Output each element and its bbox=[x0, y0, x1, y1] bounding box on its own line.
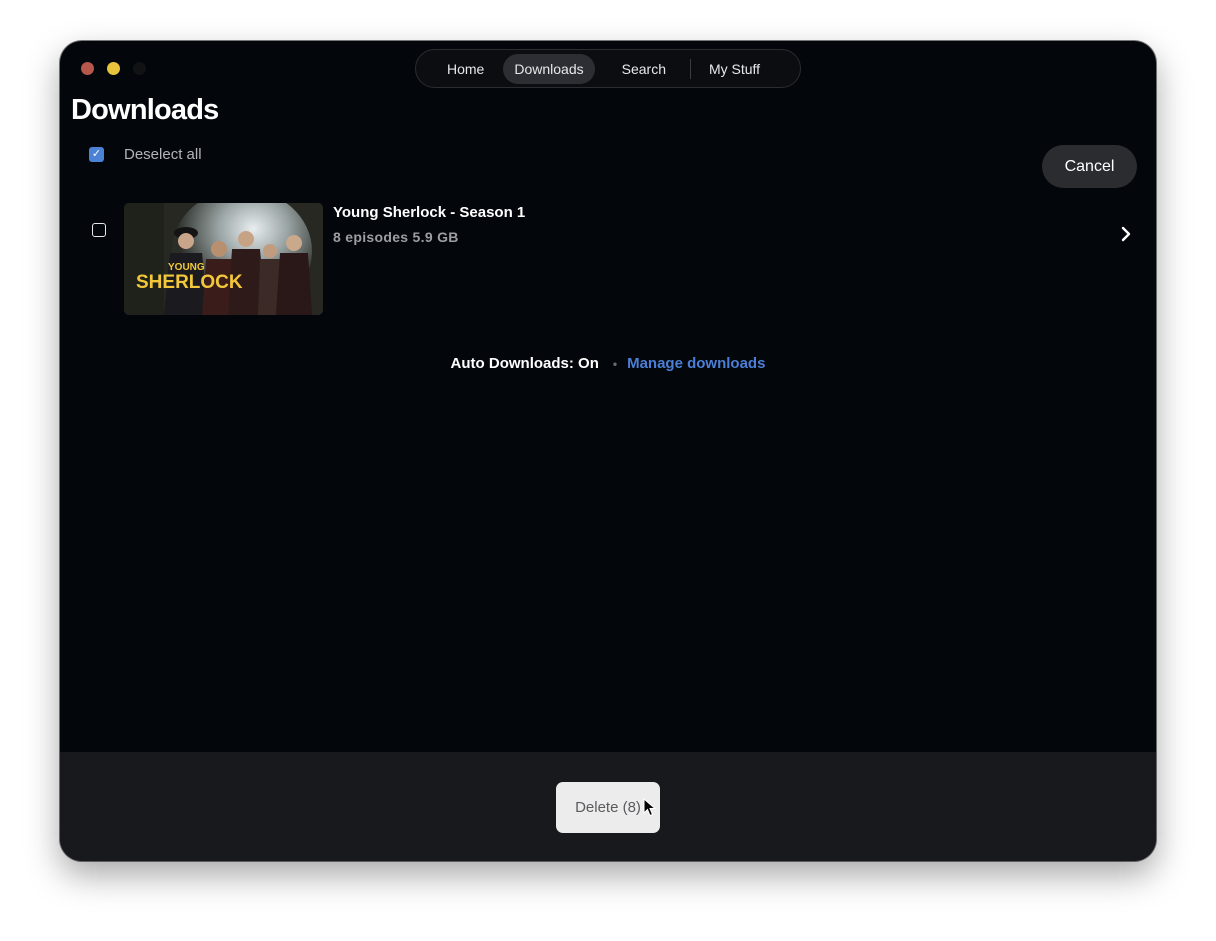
show-title[interactable]: Young Sherlock - Season 1 bbox=[333, 204, 525, 221]
app-window: Home Downloads Search My Stuff Downloads… bbox=[60, 41, 1156, 861]
item-checkbox[interactable] bbox=[92, 223, 106, 237]
close-window-button[interactable] bbox=[81, 62, 94, 75]
maximize-window-button[interactable] bbox=[133, 62, 146, 75]
bottom-action-bar: Delete (8) bbox=[60, 752, 1156, 861]
nav-divider bbox=[689, 58, 691, 79]
nav-tab-search[interactable]: Search bbox=[611, 54, 677, 84]
nav-tab-downloads[interactable]: Downloads bbox=[503, 53, 595, 84]
auto-downloads-line: Auto Downloads: On • Manage downloads bbox=[60, 355, 1156, 372]
download-row[interactable]: YOUNG SHERLOCK Young Sherlock - Season 1… bbox=[60, 201, 1156, 316]
auto-downloads-status: Auto Downloads: On bbox=[450, 355, 599, 372]
checkmark-icon: ✓ bbox=[91, 148, 102, 160]
select-all-label[interactable]: Deselect all bbox=[124, 146, 202, 163]
nav-tab-my-stuff[interactable]: My Stuff bbox=[698, 54, 771, 84]
show-meta: 8 episodes 5.9 GB bbox=[333, 229, 459, 245]
select-all-checkbox[interactable]: ✓ bbox=[89, 147, 104, 162]
mouse-pointer-icon bbox=[643, 798, 657, 817]
chevron-right-icon[interactable] bbox=[1120, 225, 1132, 243]
top-nav: Home Downloads Search My Stuff bbox=[415, 49, 801, 88]
window-controls bbox=[81, 62, 146, 75]
thumbnail-sherlock-text: SHERLOCK bbox=[136, 272, 243, 293]
separator-bullet: • bbox=[612, 356, 618, 371]
manage-downloads-link[interactable]: Manage downloads bbox=[627, 355, 765, 372]
nav-tab-home[interactable]: Home bbox=[436, 54, 495, 84]
cancel-button[interactable]: Cancel bbox=[1042, 145, 1137, 188]
select-all-toggle[interactable]: ✓ Deselect all bbox=[89, 146, 202, 163]
show-thumbnail[interactable]: YOUNG SHERLOCK bbox=[124, 203, 323, 315]
minimize-window-button[interactable] bbox=[107, 62, 120, 75]
page-title: Downloads bbox=[71, 94, 219, 126]
